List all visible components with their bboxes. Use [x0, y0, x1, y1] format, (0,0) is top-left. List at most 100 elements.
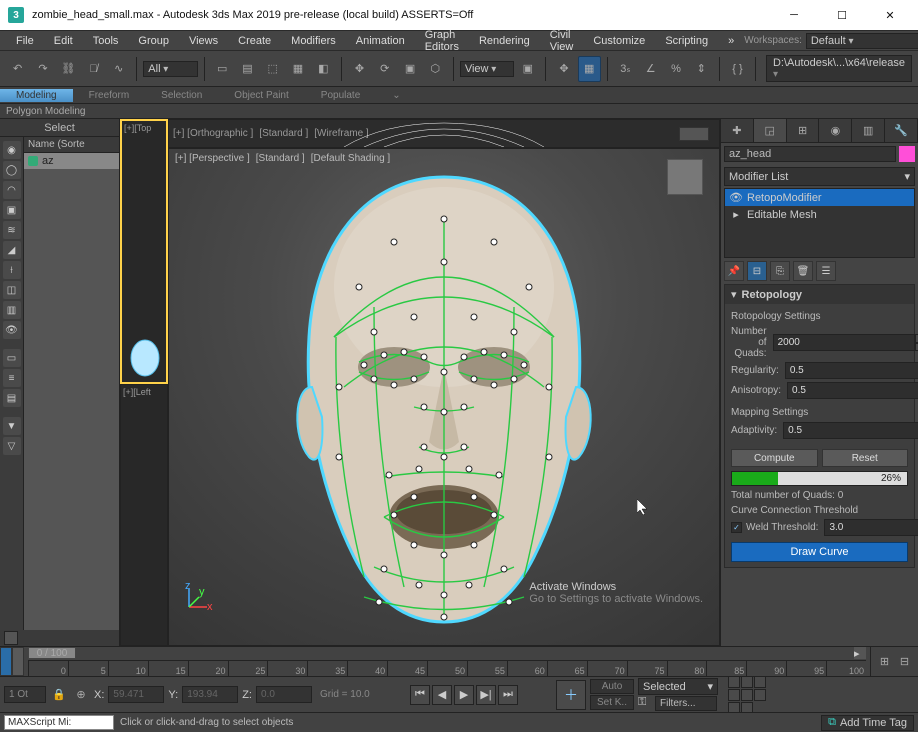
viewport-strip[interactable]: [+] [Orthographic ] [Standard ] [Wirefra…	[168, 119, 720, 148]
nav-zoom-button[interactable]	[741, 676, 753, 688]
track-toggle-1[interactable]	[0, 647, 12, 676]
filter-frozen-icon[interactable]: ▥	[3, 301, 21, 319]
window-crossing-button[interactable]: ▦	[286, 56, 309, 82]
strip-label-2[interactable]: [Standard ]	[259, 128, 308, 139]
select-button[interactable]: ▭	[211, 56, 234, 82]
track-toggle-2[interactable]	[12, 647, 24, 676]
modifier-retopo[interactable]: 👁 RetopoModifier	[725, 189, 914, 206]
set-key-big-button[interactable]: ＋	[556, 680, 586, 710]
bind-button[interactable]: ∿	[107, 56, 130, 82]
nav-zoom-ext-button[interactable]	[754, 689, 766, 701]
tab-utilities[interactable]: 🔧	[885, 119, 918, 142]
unlink-button[interactable]: ⛓̸	[82, 56, 105, 82]
key-next-button[interactable]	[526, 695, 542, 704]
ribbon-modeling[interactable]: Modeling	[0, 89, 73, 102]
timeline-config-1[interactable]: ⊞	[876, 653, 894, 671]
set-key-button[interactable]: Set K..	[590, 695, 634, 710]
menu-create[interactable]: Create	[228, 33, 281, 49]
ribbon-populate[interactable]: Populate	[305, 89, 376, 102]
time-ruler[interactable]: 0510152025303540455055606570758085909510…	[28, 660, 866, 676]
key-filters-icon[interactable]: ⚿	[638, 696, 654, 711]
minimize-button[interactable]: ─	[774, 3, 814, 27]
menu-rendering[interactable]: Rendering	[469, 33, 540, 49]
modifier-list-dropdown[interactable]: Modifier List▾	[724, 167, 915, 186]
scale-button[interactable]: ▣	[398, 56, 421, 82]
anisotropy-field[interactable]	[787, 382, 918, 399]
draw-curve-button[interactable]: Draw Curve	[731, 542, 908, 562]
tab-motion[interactable]: ◉	[819, 119, 852, 142]
time-slider[interactable]: 0 / 100	[28, 647, 76, 659]
weld-field[interactable]	[824, 519, 918, 536]
menu-animation[interactable]: Animation	[346, 33, 415, 49]
y-field[interactable]: 193.94	[182, 686, 238, 703]
viewport-top[interactable]: [+][Top	[120, 119, 168, 384]
manipulate-button[interactable]: ✥	[552, 56, 575, 82]
spin-down[interactable]: ▼	[915, 343, 918, 352]
close-button[interactable]: ✕	[870, 3, 910, 27]
x-field[interactable]: 59.471	[108, 686, 164, 703]
menu-views[interactable]: Views	[179, 33, 228, 49]
rollout-header[interactable]: ▾ Retopology	[725, 285, 914, 304]
show-end-result-button[interactable]: ⊟	[747, 261, 767, 281]
strip-viewcube[interactable]	[679, 127, 709, 141]
weld-checkbox[interactable]: ✓	[731, 522, 742, 533]
workspaces-dropdown[interactable]: Default ▾	[806, 33, 918, 49]
key-prev-button[interactable]	[526, 685, 542, 694]
tab-modify[interactable]: ◲	[754, 119, 787, 142]
goto-start-button[interactable]: ⏮	[410, 685, 430, 705]
modifier-stack[interactable]: 👁 RetopoModifier ▸ Editable Mesh	[724, 188, 915, 258]
make-unique-button[interactable]: ⎘	[770, 261, 790, 281]
sort-icon[interactable]: ▼	[3, 417, 21, 435]
menu-modifiers[interactable]: Modifiers	[281, 33, 346, 49]
time-track[interactable]: 0 / 100 ▸ 051015202530354045505560657075…	[24, 647, 870, 676]
filter-shapes-icon[interactable]: ◯	[3, 161, 21, 179]
menu-customize[interactable]: Customize	[583, 33, 655, 49]
scene-row[interactable]: az	[24, 153, 119, 169]
options-icon[interactable]: ▽	[3, 437, 21, 455]
key-target-dropdown[interactable]: Selected▾	[638, 678, 718, 695]
filter-lights-icon[interactable]: ◠	[3, 181, 21, 199]
display-tree-icon[interactable]: ▤	[3, 389, 21, 407]
scene-col-name[interactable]: Name (Sorte	[24, 137, 119, 153]
tab-create[interactable]: ✚	[721, 119, 754, 142]
snap-button[interactable]: 3ₛ	[614, 56, 637, 82]
percent-snap-button[interactable]: %	[664, 56, 687, 82]
ribbon-expand[interactable]: ⌄	[376, 89, 416, 102]
menu-group[interactable]: Group	[128, 33, 179, 49]
modifier-editable-mesh[interactable]: ▸ Editable Mesh	[725, 206, 914, 223]
select-region-button[interactable]: ⬚	[261, 56, 284, 82]
play-button[interactable]: ▶	[454, 685, 474, 705]
spinner-snap-button[interactable]: ⇕	[690, 56, 713, 82]
viewcube[interactable]	[667, 159, 703, 195]
eye-icon[interactable]: 👁	[729, 191, 743, 204]
nav-orbit-button[interactable]	[754, 676, 766, 688]
regularity-field[interactable]	[785, 362, 918, 379]
filter-hidden-icon[interactable]: 👁	[3, 321, 21, 339]
filter-containers-icon[interactable]: ◫	[3, 281, 21, 299]
angle-snap-button[interactable]: ∠	[639, 56, 662, 82]
timeline-config-2[interactable]: ⊟	[896, 653, 914, 671]
auto-key-button[interactable]: Auto	[590, 679, 634, 694]
edit-selection-button[interactable]: { }	[726, 56, 749, 82]
filter-spacewarps-icon[interactable]: ◢	[3, 241, 21, 259]
tab-display[interactable]: ▥	[852, 119, 885, 142]
object-color-button[interactable]	[899, 146, 915, 162]
configure-sets-button[interactable]: ☰	[816, 261, 836, 281]
maximize-button[interactable]: ☐	[822, 3, 862, 27]
undo-button[interactable]: ↶	[6, 56, 29, 82]
key-filters-button[interactable]: Filters...	[655, 696, 717, 711]
move-button[interactable]: ✥	[348, 56, 371, 82]
maxscript-mini-listener[interactable]	[4, 715, 114, 730]
next-frame-button[interactable]: ▶|	[476, 685, 496, 705]
selection-lock-icon[interactable]: ⊕	[72, 686, 90, 704]
nav-pan-button[interactable]	[728, 676, 740, 688]
ref-coord-dropdown[interactable]: View ▾	[460, 61, 514, 77]
goto-end-button[interactable]: ⏭	[498, 685, 518, 705]
add-time-tag-button[interactable]: ⧉ Add Time Tag	[821, 715, 914, 731]
menu-help-icon[interactable]: »	[718, 33, 744, 49]
object-name-field[interactable]	[724, 146, 896, 162]
viewport-perspective[interactable]: [+] [Perspective ] [Standard ] [Default …	[168, 148, 720, 646]
scene-expand-button[interactable]	[4, 631, 18, 645]
expand-icon[interactable]: ▸	[729, 208, 743, 221]
head-model[interactable]	[264, 157, 624, 637]
